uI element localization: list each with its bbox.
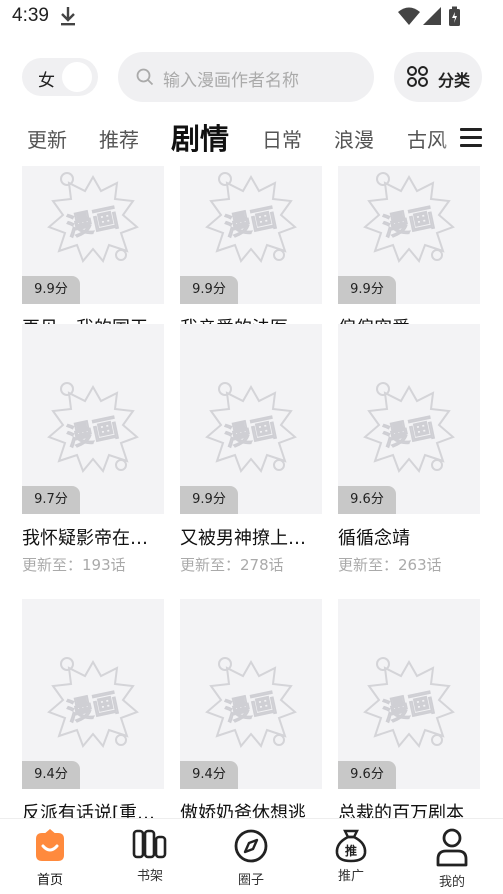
nav-circle[interactable]: 圈子 <box>201 819 301 894</box>
nav-mine[interactable]: 我的 <box>402 819 502 894</box>
score-badge: 9.9分 <box>180 276 238 304</box>
comic-cover[interactable]: 漫画 9.9分 <box>22 166 164 304</box>
comic-card[interactable]: 漫画 9.7分我怀疑影帝在… 更新至：193话 <box>22 324 164 584</box>
comic-title[interactable]: 反派有话说[重… <box>22 799 164 818</box>
comic-placeholder-icon: 漫画 <box>201 169 301 273</box>
battery-icon <box>449 6 460 26</box>
tab-recommend[interactable]: 推荐 <box>99 124 139 153</box>
category-tabs: 更新 推荐 剧情 日常 浪漫 古风 <box>0 112 503 162</box>
comic-title[interactable]: 循循念靖 <box>338 524 480 550</box>
gender-label: 女 <box>38 71 55 91</box>
wifi-icon <box>398 7 420 25</box>
search-icon <box>136 68 154 90</box>
score-badge: 9.6分 <box>338 486 396 514</box>
nav-bookshelf-label: 书架 <box>136 869 163 884</box>
comic-cover[interactable]: 漫画 9.6分 <box>338 324 480 514</box>
category-label: 分类 <box>438 71 471 90</box>
tab-daily[interactable]: 日常 <box>262 124 302 153</box>
svg-text:漫画: 漫画 <box>222 413 279 453</box>
nav-promote[interactable]: 推 推广 <box>301 819 401 894</box>
comic-grid: 漫画9.9分再见，我的国王更新至：110话漫画9.9分我亲爱的法医…更新至：88… <box>0 166 503 818</box>
comic-title[interactable]: 我怀疑影帝在… <box>22 524 164 550</box>
promote-bag-icon: 推 <box>301 827 401 867</box>
comic-card[interactable]: 漫画 9.4分傲娇奶爸休想逃 <box>180 599 322 818</box>
nav-home[interactable]: 首页 <box>0 819 100 894</box>
svg-text:推: 推 <box>345 843 357 858</box>
tab-update[interactable]: 更新 <box>27 124 67 153</box>
status-icons <box>397 6 463 32</box>
comic-placeholder-icon: 漫画 <box>43 169 143 273</box>
comic-cover[interactable]: 漫画 9.9分 <box>338 166 480 304</box>
comic-update: 更新至：193话 <box>22 556 126 574</box>
svg-text:漫画: 漫画 <box>64 203 121 243</box>
svg-text:漫画: 漫画 <box>380 688 437 728</box>
comic-placeholder-icon: 漫画 <box>43 379 143 483</box>
category-button[interactable]: 分类 <box>394 52 482 102</box>
bookshelf-icon <box>100 827 200 867</box>
gender-toggle[interactable]: 女 <box>22 58 98 96</box>
score-badge: 9.9分 <box>22 276 80 304</box>
search-placeholder: 输入漫画作者名称 <box>163 71 299 91</box>
tab-drama[interactable]: 剧情 <box>171 116 229 158</box>
comic-cover[interactable]: 漫画 9.9分 <box>180 324 322 514</box>
svg-text:漫画: 漫画 <box>380 413 437 453</box>
comic-title[interactable]: 总裁的百万剧本 <box>338 799 480 818</box>
comic-cover[interactable]: 漫画 9.6分 <box>338 599 480 789</box>
comic-cover[interactable]: 漫画 9.9分 <box>180 166 322 304</box>
category-grid-icon <box>406 66 430 92</box>
score-badge: 9.9分 <box>338 276 396 304</box>
status-time: 4:39 <box>12 5 49 26</box>
svg-text:漫画: 漫画 <box>222 688 279 728</box>
svg-text:漫画: 漫画 <box>222 203 279 243</box>
comic-card[interactable]: 漫画 9.6分循循念靖更新至：263话 <box>338 324 480 584</box>
comic-placeholder-icon: 漫画 <box>201 379 301 483</box>
tab-menu-icon[interactable] <box>458 112 503 162</box>
comic-update: 更新至：263话 <box>338 556 442 574</box>
toggle-knob <box>62 62 92 92</box>
compass-icon <box>201 827 301 867</box>
signal-icon <box>423 7 441 25</box>
comic-card[interactable]: 漫画 9.4分反派有话说[重… <box>22 599 164 818</box>
svg-text:漫画: 漫画 <box>64 413 121 453</box>
nav-promote-label: 推广 <box>337 869 364 884</box>
comic-update: 更新至：278话 <box>180 556 284 574</box>
comic-cover[interactable]: 漫画 9.4分 <box>180 599 322 789</box>
comic-card[interactable]: 漫画 9.9分又被男神撩上… 更新至：278话 <box>180 324 322 584</box>
comic-placeholder-icon: 漫画 <box>359 379 459 483</box>
score-badge: 9.4分 <box>180 761 238 789</box>
comic-card[interactable]: 漫画 9.6分总裁的百万剧本 <box>338 599 480 818</box>
svg-text:漫画: 漫画 <box>64 688 121 728</box>
nav-home-label: 首页 <box>36 873 63 888</box>
bottom-nav: 首页 书架 圈子 推 推广 我的 <box>0 818 503 894</box>
comic-cover[interactable]: 漫画 9.7分 <box>22 324 164 514</box>
nav-mine-label: 我的 <box>438 875 465 890</box>
home-icon <box>0 827 100 867</box>
comic-title[interactable]: 又被男神撩上… <box>180 524 322 550</box>
comic-placeholder-icon: 漫画 <box>201 654 301 758</box>
score-badge: 9.6分 <box>338 761 396 789</box>
tab-romance[interactable]: 浪漫 <box>334 124 374 153</box>
svg-text:漫画: 漫画 <box>380 203 437 243</box>
search-input[interactable]: 输入漫画作者名称 <box>118 52 374 102</box>
comic-placeholder-icon: 漫画 <box>43 654 143 758</box>
nav-bookshelf[interactable]: 书架 <box>100 819 200 894</box>
download-icon <box>59 6 77 30</box>
comic-title[interactable]: 傲娇奶爸休想逃 <box>180 799 322 818</box>
profile-icon <box>402 827 502 867</box>
score-badge: 9.7分 <box>22 486 80 514</box>
comic-cover[interactable]: 漫画 9.4分 <box>22 599 164 789</box>
status-bar: 4:39 <box>0 0 503 34</box>
comic-placeholder-icon: 漫画 <box>359 169 459 273</box>
nav-circle-label: 圈子 <box>237 873 264 888</box>
comic-placeholder-icon: 漫画 <box>359 654 459 758</box>
top-bar: 女 输入漫画作者名称 分类 <box>0 50 503 106</box>
score-badge: 9.4分 <box>22 761 80 789</box>
score-badge: 9.9分 <box>180 486 238 514</box>
